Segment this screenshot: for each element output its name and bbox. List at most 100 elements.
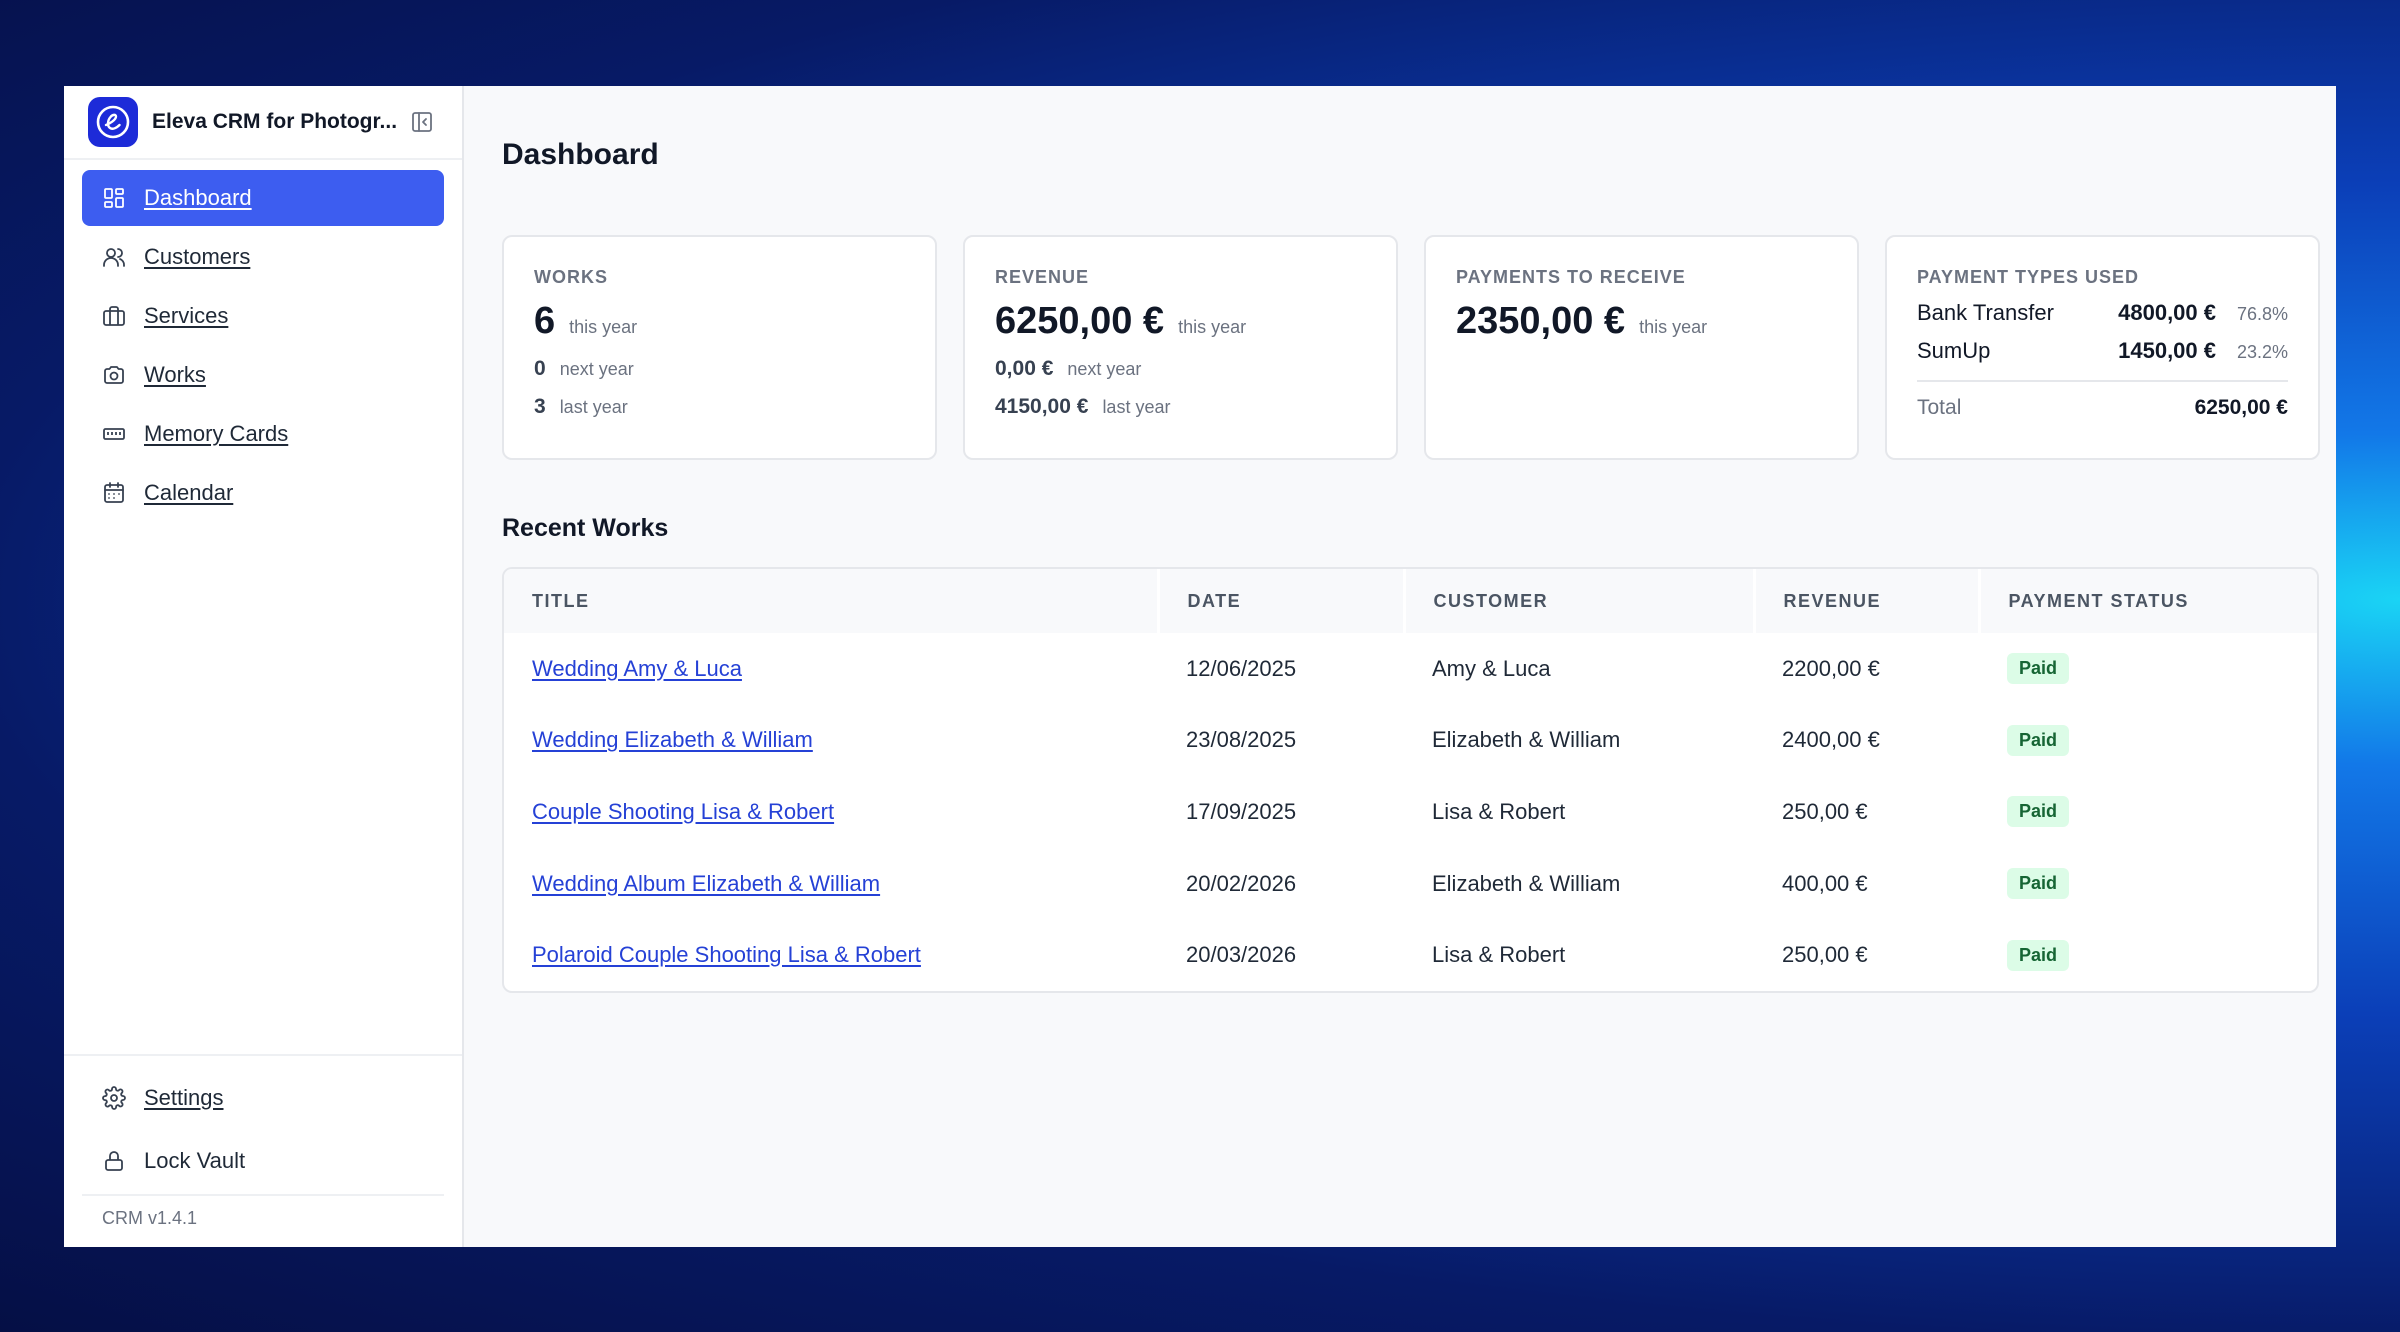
cell-customer: Lisa & Robert [1432, 942, 1566, 968]
sidebar-nav: Dashboard Customers Services Works Memor… [64, 160, 462, 521]
gear-icon [102, 1086, 126, 1110]
cell-title: Couple Shooting Lisa & Robert [504, 776, 1158, 848]
stat-value: 6 [534, 300, 556, 342]
payment-type-percent: 76.8% [2236, 304, 2288, 324]
work-link[interactable]: Wedding Elizabeth & William [532, 727, 813, 752]
status-badge: Paid [2007, 796, 2070, 828]
card-label: PAYMENT TYPES USED [1917, 267, 2140, 287]
cell-status: Paid [1979, 776, 2317, 848]
cell-status: Paid [1979, 919, 2317, 991]
revenue-this-year: 6250,00 € this year [995, 300, 1366, 343]
calendar-icon [104, 482, 124, 503]
sidebar-item-works[interactable]: Works [82, 347, 444, 403]
status-badge: Paid [2007, 724, 2070, 756]
revenue-next-year: 0,00 € next year [995, 357, 1366, 381]
brand-header: Eleva CRM for Photogr... [64, 86, 462, 160]
sidebar-item-label: Memory Cards [144, 421, 289, 446]
stat-value: 2350,00 € [1456, 300, 1626, 342]
column-header-date: DATE [1158, 569, 1406, 633]
memory-card-icon [103, 428, 125, 440]
cell-revenue: 400,00 € [1782, 870, 1868, 896]
cell-revenue: 250,00 € [1782, 798, 1868, 824]
table-row: Couple Shooting Lisa & Robert 17/09/2025… [504, 776, 2317, 848]
app-title: Eleva CRM for Photogr... [152, 110, 396, 133]
briefcase-icon [103, 306, 125, 326]
sidebar-item-calendar[interactable]: Calendar [82, 465, 444, 521]
sidebar-item-label: Works [144, 362, 206, 387]
cell-status: Paid [1979, 705, 2317, 777]
cell-title: Wedding Elizabeth & William [504, 705, 1158, 777]
total-value: 6250,00 € [2194, 396, 2288, 419]
revenue-card: REVENUE 6250,00 € this year 0,00 € next … [963, 235, 1398, 460]
payment-type-amount: 4800,00 € [2118, 300, 2216, 325]
stat-caption: this year [569, 317, 638, 337]
table-header: TITLE DATE CUSTOMER REVENUE PAYMENT STAT… [504, 569, 2317, 633]
stat-value: 3 [534, 395, 546, 418]
sidebar-item-label: Settings [144, 1085, 224, 1110]
stat-caption: last year [559, 397, 628, 417]
sidebar-item-services[interactable]: Services [82, 288, 444, 344]
column-header-payment-status: PAYMENT STATUS [1979, 569, 2317, 633]
recent-works-table: TITLE DATE CUSTOMER REVENUE PAYMENT STAT… [502, 567, 2319, 993]
app-logo-icon[interactable] [88, 97, 138, 147]
cell-status: Paid [1979, 848, 2317, 920]
lock-icon [105, 1151, 123, 1171]
works-last-year: 3 last year [534, 395, 905, 419]
lock-vault-button[interactable]: Lock Vault [82, 1131, 444, 1191]
cell-date: 17/09/2025 [1186, 798, 1297, 824]
stat-value: 4150,00 € [995, 395, 1089, 418]
column-header-title: TITLE [504, 569, 1160, 633]
works-this-year: 6 this year [534, 300, 905, 343]
grid-icon [104, 188, 124, 208]
stat-caption: this year [1178, 317, 1247, 337]
sidebar-item-customers[interactable]: Customers [82, 229, 444, 285]
payment-types-card: PAYMENT TYPES USED Bank Transfer 4800,00… [1885, 235, 2320, 460]
payment-type-amount: 1450,00 € [2118, 338, 2216, 363]
card-label: WORKS [534, 267, 608, 287]
work-link[interactable]: Wedding Album Elizabeth & William [532, 871, 880, 896]
column-header-customer: CUSTOMER [1404, 569, 1756, 633]
header-row: TITLE DATE CUSTOMER REVENUE PAYMENT STAT… [504, 569, 2317, 633]
stat-value: 0 [534, 357, 546, 380]
works-card: WORKS 6 this year 0 next year 3 last yea… [502, 235, 937, 460]
status-badge: Paid [2007, 868, 2070, 900]
works-next-year: 0 next year [534, 357, 905, 381]
stat-caption: last year [1102, 397, 1171, 417]
sidebar-item-memory-cards[interactable]: Memory Cards [82, 406, 444, 462]
stat-value: 0,00 € [995, 357, 1054, 380]
cell-revenue: 250,00 € [1782, 942, 1868, 968]
payment-type-name: SumUp [1917, 338, 1991, 363]
payment-type-percent: 23.2% [2236, 342, 2288, 362]
revenue-last-year: 4150,00 € last year [995, 395, 1366, 419]
sidebar-item-settings[interactable]: Settings [82, 1068, 444, 1128]
cell-customer: Elizabeth & William [1432, 727, 1621, 753]
payment-type-row: Bank Transfer 4800,00 € 76.8% [1917, 300, 2288, 326]
cell-title: Wedding Amy & Luca [504, 633, 1158, 705]
payments-card: PAYMENTS TO RECEIVE 2350,00 € this year [1424, 235, 1859, 460]
sidebar-item-label: Dashboard [144, 185, 252, 210]
stat-caption: next year [1067, 359, 1142, 379]
work-link[interactable]: Polaroid Couple Shooting Lisa & Robert [532, 942, 921, 967]
card-label: PAYMENTS TO RECEIVE [1456, 267, 1686, 287]
cell-title: Wedding Album Elizabeth & William [504, 848, 1158, 920]
payment-type-row: SumUp 1450,00 € 23.2% [1917, 338, 2288, 364]
sidebar-collapse-icon[interactable] [410, 110, 434, 134]
work-link[interactable]: Wedding Amy & Luca [532, 656, 742, 681]
sidebar-item-dashboard[interactable]: Dashboard [82, 170, 444, 226]
cell-customer: Elizabeth & William [1432, 870, 1621, 896]
works-table: TITLE DATE CUSTOMER REVENUE PAYMENT STAT… [504, 569, 2317, 991]
page-title: Dashboard [502, 138, 659, 171]
sidebar-item-label: Calendar [144, 480, 234, 505]
cell-date: 20/02/2026 [1186, 870, 1297, 896]
recent-works-title: Recent Works [502, 514, 669, 542]
status-badge: Paid [2007, 653, 2070, 685]
card-label: REVENUE [995, 267, 1090, 287]
table-row: Wedding Elizabeth & William 23/08/2025 E… [504, 705, 2317, 777]
camera-icon [104, 366, 124, 384]
table-body: Wedding Amy & Luca 12/06/2025 Amy & Luca… [504, 633, 2317, 991]
total-label: Total [1917, 396, 1962, 419]
cell-status: Paid [1979, 633, 2317, 705]
work-link[interactable]: Couple Shooting Lisa & Robert [532, 799, 834, 824]
cell-date: 20/03/2026 [1186, 942, 1297, 968]
cell-date: 12/06/2025 [1186, 655, 1297, 681]
